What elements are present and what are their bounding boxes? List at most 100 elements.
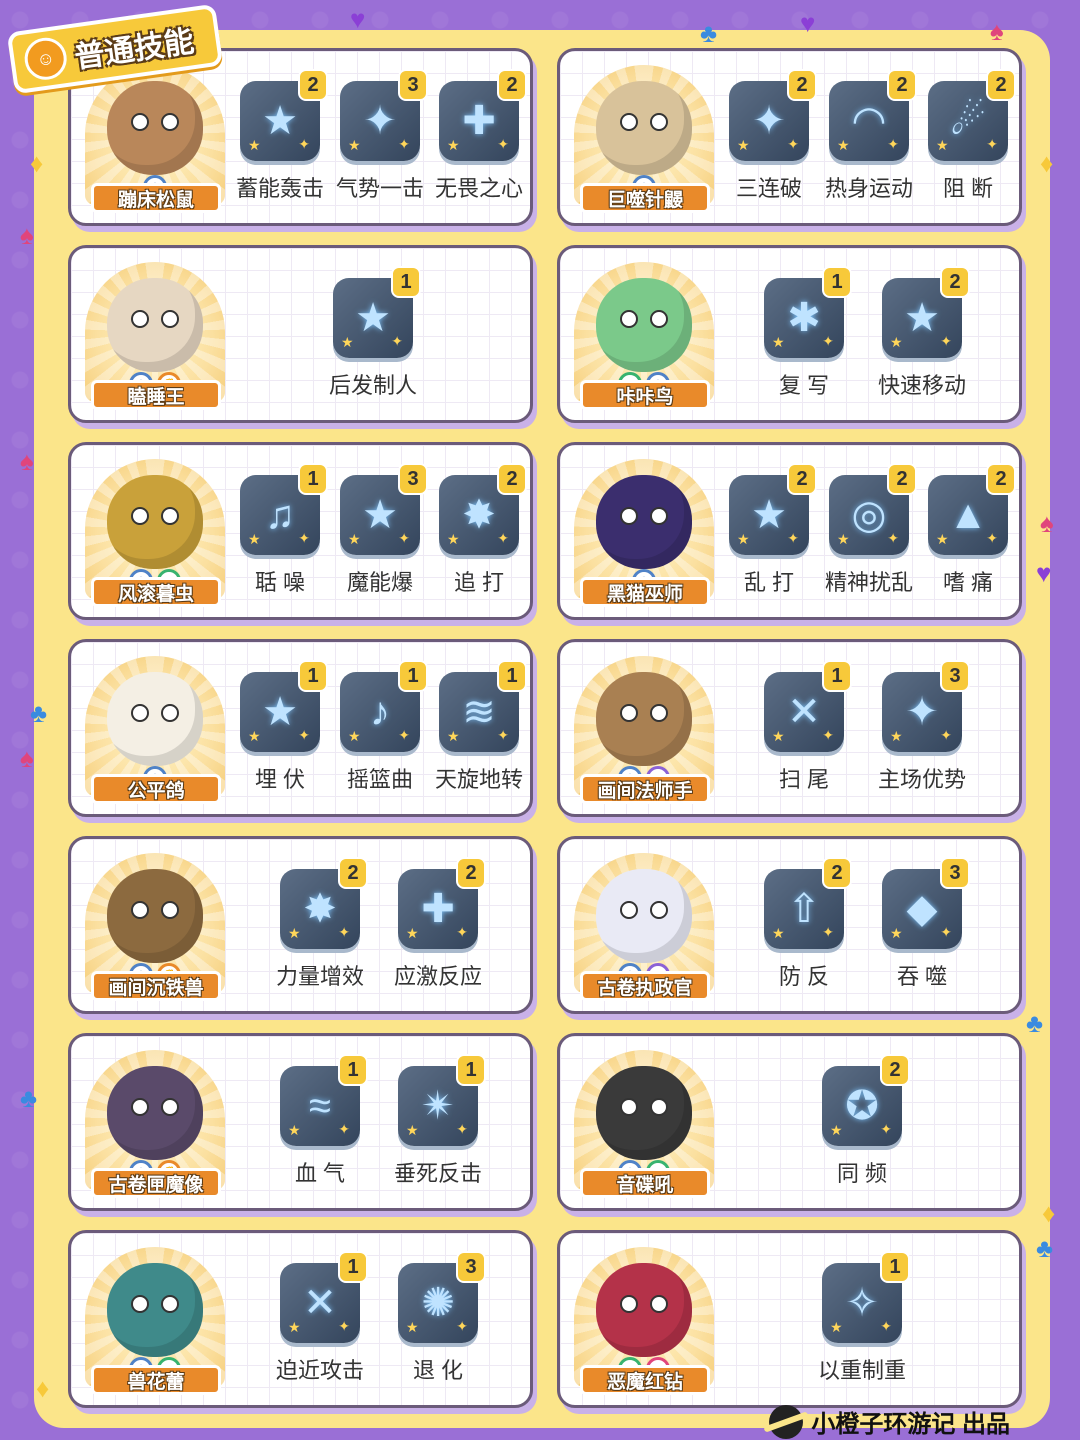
- energy-cost-badge: 2: [822, 857, 852, 889]
- monster-card: ✪黑猫巫师★✦★2乱 打★✦◎2精神扰乱★✦▲2嗜 痛: [557, 442, 1022, 620]
- skill-item: ★ ✦ ★ 2 乱 打: [725, 463, 817, 597]
- monster-card: ✪公平鸽★✦★1埋 伏★✦♪1摇篮曲★✦≋1天旋地转: [68, 639, 533, 817]
- energy-cost-badge: 3: [940, 660, 970, 692]
- cross-slash-icon: ★ ✦ ✕ 1: [764, 660, 852, 752]
- decorative-suit-icon: ♣: [20, 1083, 38, 1113]
- skill-item: ★ ✦ ✕ 1 扫 尾: [760, 660, 852, 794]
- energy-cost-badge: 1: [456, 1054, 486, 1086]
- decorative-suit-icon: ♦: [1040, 148, 1054, 178]
- music-note-icon: ★ ✦ ♫ 1: [240, 463, 328, 555]
- section-title: 普通技能: [72, 25, 197, 75]
- skill-item: ★ ✦ ✺ 3 退 化: [394, 1251, 486, 1385]
- skill-name: 摇篮曲: [346, 767, 413, 792]
- skill-name: 无畏之心: [435, 176, 524, 201]
- decorative-suit-icon: ♥: [1036, 558, 1052, 588]
- x-strike-icon: ★ ✦ ✕ 1: [280, 1251, 368, 1343]
- skill-name: 以重制重: [818, 1358, 907, 1383]
- energy-cost-badge: 2: [298, 69, 328, 101]
- monster-name: 蹦床松鼠: [91, 183, 221, 213]
- decorative-suit-icon: ♠: [20, 446, 34, 476]
- monster-illustration: [107, 1263, 203, 1357]
- energy-cost-badge: 1: [298, 660, 328, 692]
- lullaby-note-icon: ★ ✦ ♪ 1: [340, 660, 428, 752]
- big-star-icon: ★ ✦ ★ 3: [340, 463, 428, 555]
- impact-icon: ★ ✦ ✦ 3: [340, 69, 428, 161]
- skill-item: ★ ✦ ☄ 2 阻 断: [924, 69, 1016, 203]
- skill-name: 气势一击: [336, 176, 425, 201]
- skill-name: 防 反: [778, 964, 830, 989]
- energy-cost-badge: 1: [822, 660, 852, 692]
- skill-name: 退 化: [412, 1358, 464, 1383]
- skill-name: 乱 打: [743, 570, 795, 595]
- skill-name: 天旋地转: [435, 767, 524, 792]
- monster-illustration: [107, 672, 203, 766]
- energy-cost-badge: 1: [391, 266, 421, 298]
- skill-name: 嗜 痛: [942, 570, 994, 595]
- decorative-suit-icon: ♠: [1040, 508, 1054, 538]
- energy-cost-badge: 2: [787, 463, 817, 495]
- shatter-icon: ★ ✦ ✺ 3: [398, 1251, 486, 1343]
- skill-name: 三连破: [735, 176, 802, 201]
- burst-icon: ★ ✦ ✸ 2: [439, 463, 527, 555]
- energy-cost-badge: 2: [940, 266, 970, 298]
- monster-card: ❀✪咔咔鸟★✦✱1复 写★✦★2快速移动: [557, 245, 1022, 423]
- monster-illustration: [596, 1263, 692, 1357]
- energy-cost-badge: 1: [398, 660, 428, 692]
- skill-item: ★ ✦ ✦ 3 气势一击: [336, 69, 428, 203]
- skill-name: 精神扰乱: [825, 570, 914, 595]
- skill-name: 吞 噬: [896, 964, 948, 989]
- energy-cost-badge: 2: [787, 69, 817, 101]
- disc-star-icon: ★ ✦ ✪ 2: [822, 1054, 910, 1146]
- lightbulb-face-icon: ☺: [21, 35, 70, 83]
- energy-cost-badge: 2: [497, 463, 527, 495]
- energy-cost-badge: 1: [880, 1251, 910, 1283]
- energy-cost-badge: 3: [398, 463, 428, 495]
- skill-item: ★ ✦ ◠ 2 热身运动: [825, 69, 917, 203]
- decorative-suit-icon: ♣: [700, 18, 718, 48]
- skill-item: ★ ✦ ◎ 2 精神扰乱: [825, 463, 917, 597]
- decorative-suit-icon: ♣: [1036, 1233, 1054, 1263]
- monster-card: ✪✊画间沉铁兽★✦✸2力量增效★✦✚2应激反应: [68, 836, 533, 1014]
- skill-item: ★ ✦ ♪ 1 摇篮曲: [336, 660, 428, 794]
- skill-item: ★ ✦ ✱ 1 复 写: [760, 266, 852, 400]
- energy-cost-badge: 3: [456, 1251, 486, 1283]
- energy-cost-badge: 1: [298, 463, 328, 495]
- flying-star-icon: ★ ✦ ★ 2: [729, 463, 817, 555]
- monster-card: ✪◎古卷执政官★✦⇧2防 反★✦◆3吞 噬: [557, 836, 1022, 1014]
- monster-name: 古卷匣魔像: [91, 1168, 221, 1198]
- monster-illustration: [596, 869, 692, 963]
- skill-name: 埋 伏: [254, 767, 306, 792]
- decorative-suit-icon: ♦: [1042, 1198, 1056, 1228]
- monster-illustration: [107, 475, 203, 569]
- tornado-icon: ★ ✦ ≋ 1: [439, 660, 527, 752]
- skill-item: ★ ✦ ≈1 血 气: [276, 1054, 368, 1188]
- monster-name: 瞌睡王: [91, 380, 221, 410]
- energy-cost-badge: 2: [986, 463, 1016, 495]
- monster-card: ✪巨噬针鼹★✦✦2三连破★✦◠2热身运动★✦☄2阻 断: [557, 48, 1022, 226]
- skill-item: ★ ✦ ✸ 2 力量增效: [276, 857, 368, 991]
- star-icon: ★ ✦ ★ 1: [333, 266, 421, 358]
- bell-icon: ★ ✦ ▲ 2: [928, 463, 1016, 555]
- monster-name: 古卷执政官: [580, 971, 710, 1001]
- skill-name: 阻 断: [942, 176, 994, 201]
- skill-name: 复 写: [778, 373, 830, 398]
- skill-name: 魔能爆: [346, 570, 413, 595]
- energy-cost-badge: 2: [880, 1054, 910, 1086]
- skill-item: ★ ✦ ✧ 1 以重制重: [818, 1251, 910, 1385]
- skill-item: ★ ✦ ✚ 2 应激反应: [394, 857, 486, 991]
- skill-name: 主场优势: [878, 767, 967, 792]
- energy-cost-badge: 1: [338, 1251, 368, 1283]
- decorative-suit-icon: ♣: [1026, 1008, 1044, 1038]
- skill-item: ★ ✦ ≋ 1 天旋地转: [435, 660, 527, 794]
- energy-cost-badge: 2: [986, 69, 1016, 101]
- skill-item: ★ ✦ ★ 1 后发制人: [329, 266, 421, 400]
- decorative-suit-icon: ♦: [36, 1373, 50, 1403]
- monster-card: ✪❀音碟吼★✦✪2同 频: [557, 1033, 1022, 1211]
- skill-item: ★ ✦ ✴ 1 垂死反击: [394, 1054, 486, 1188]
- skill-item: ★ ✦ ⇧ 2 防 反: [760, 857, 852, 991]
- monster-name: 画间沉铁兽: [91, 971, 221, 1001]
- monster-illustration: [596, 475, 692, 569]
- decorative-suit-icon: ♥: [800, 8, 816, 38]
- skill-name: 力量增效: [276, 964, 365, 989]
- energy-cost-badge: 1: [338, 1054, 368, 1086]
